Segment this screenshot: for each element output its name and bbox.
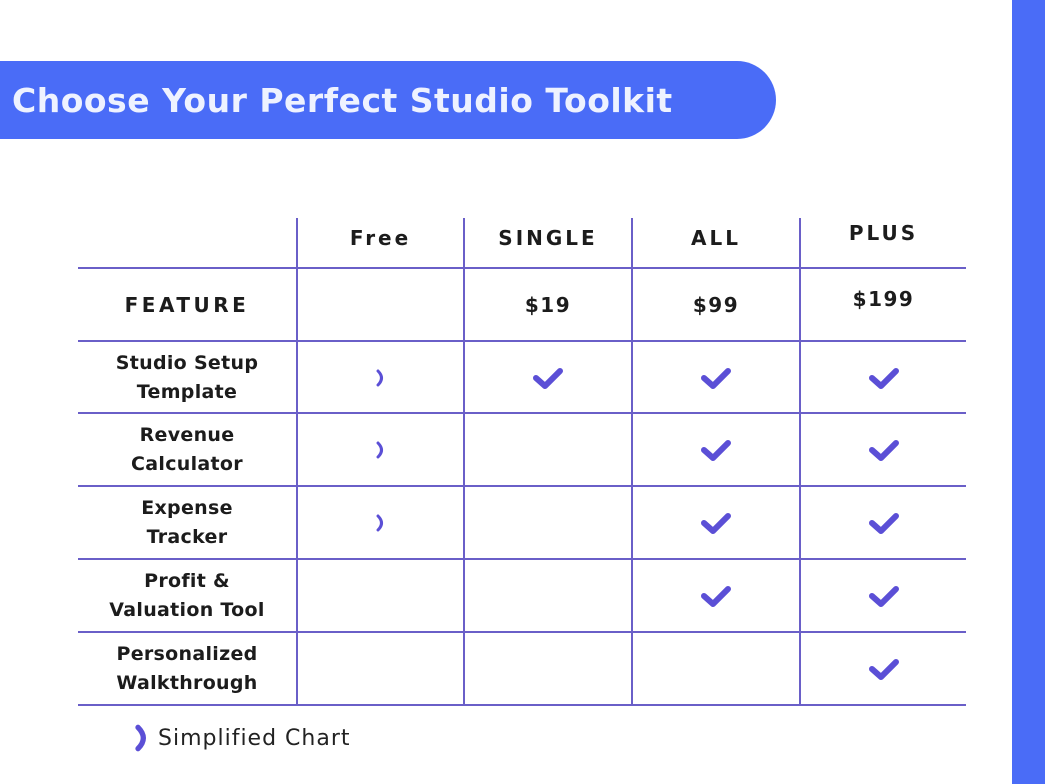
half-moon-icon [376,441,383,458]
feature-name-line: Calculator [131,452,243,475]
price-single: $19 [524,292,572,317]
price-all: $99 [692,292,740,317]
checkmark-icon [868,512,899,534]
checkmark-icon [701,585,731,607]
plan-cell [801,487,966,558]
plan-cell [298,633,463,704]
feature-name-line: Valuation Tool [109,598,265,621]
plan-cell [801,414,966,485]
price-plus: $199 [852,286,915,311]
plan-cell [633,487,799,558]
checkmark-icon [868,585,899,607]
plan-header-single: SINGLE [498,226,598,250]
checkmark-icon [533,367,563,389]
checkmark-icon [701,367,731,389]
plan-cell [465,414,631,485]
plan-cell [465,560,631,631]
checkmark-icon [701,439,731,461]
half-moon-icon [376,369,383,386]
price-free [298,269,463,340]
feature-name: Revenue Calculator [78,414,296,485]
feature-name: Studio Setup Template [78,342,296,413]
feature-name: Profit & Valuation Tool [78,560,296,631]
plan-header-all: ALL [691,226,741,250]
feature-name: Expense Tracker [78,487,296,558]
plan-cell [465,342,631,413]
checkmark-icon [868,658,899,680]
plan-cell [298,414,463,485]
half-moon-icon [376,514,383,531]
plan-cell [633,414,799,485]
plan-cell [801,342,966,413]
plan-cell [633,560,799,631]
plan-cell [298,342,463,413]
feature-name-line: Revenue [139,423,235,446]
feature-name-line: Template [136,380,238,403]
feature-name-line: Walkthrough [116,671,258,694]
plan-cell [801,560,966,631]
legend-label: Simplified Chart [158,725,351,751]
plan-cell [298,560,463,631]
plan-cell [298,487,463,558]
feature-name: Personalized Walkthrough [78,633,296,704]
checkmark-icon [868,439,899,461]
feature-name-line: Studio Setup [115,351,259,374]
plan-cell [633,342,799,413]
feature-name-line: Personalized [116,642,258,665]
plan-cell [465,633,631,704]
plan-cell [633,633,799,704]
checkmark-icon [868,367,899,389]
grid-line [78,704,966,706]
feature-name-line: Expense [141,496,233,519]
half-moon-icon [135,724,146,752]
feature-column-header: FEATURE [124,292,250,317]
feature-name-line: Tracker [146,525,228,548]
feature-name-line: Profit & [144,569,230,592]
checkmark-icon [701,512,731,534]
legend: Simplified Chart [134,724,351,752]
plan-header-free: Free [349,226,412,250]
plan-cell [801,633,966,704]
plan-cell [465,487,631,558]
plan-header-plus: PLUS [848,221,919,245]
comparison-table: Free SINGLE ALL PLUS FEATURE $19 $99 $19… [0,0,1045,784]
